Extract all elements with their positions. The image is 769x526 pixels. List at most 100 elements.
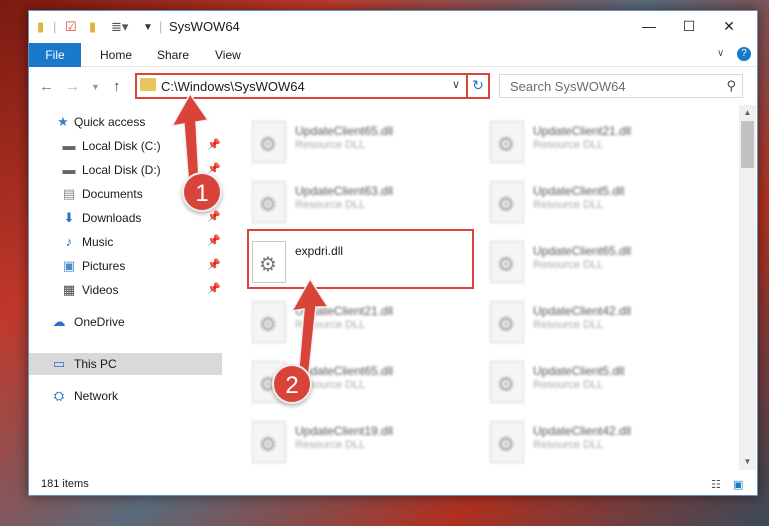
status-bar: 181 items ☷ ▣ bbox=[29, 473, 757, 495]
close-button[interactable]: ✕ bbox=[709, 15, 749, 39]
list-item[interactable]: ⚙ UpdateClient5.dll Resource DLL bbox=[485, 355, 705, 407]
sidebar-item-label: Local Disk (C:) bbox=[82, 139, 161, 153]
list-item[interactable]: ⚙ UpdateClient42.dll Resource DLL bbox=[485, 415, 705, 467]
file-name: UpdateClient65.dll bbox=[295, 124, 394, 138]
new-folder-icon[interactable]: ▮ bbox=[89, 19, 96, 35]
help-icon[interactable]: ? bbox=[737, 47, 751, 61]
file-type: Resource DLL bbox=[295, 139, 366, 151]
sidebar-item-this-pc[interactable]: ▭ This PC bbox=[29, 353, 222, 375]
separator: | bbox=[53, 19, 57, 34]
file-name: UpdateClient19.dll bbox=[295, 424, 394, 438]
scroll-thumb[interactable] bbox=[741, 121, 754, 168]
list-item[interactable]: ⚙ UpdateClient5.dll Resource DLL bbox=[485, 175, 705, 227]
refresh-icon: ↻ bbox=[472, 77, 484, 93]
sidebar-item-videos[interactable]: ▦ Videos 📌 bbox=[29, 279, 222, 301]
separator: | bbox=[159, 19, 163, 34]
sidebar-item-label: Quick access bbox=[74, 115, 146, 129]
tab-share[interactable]: Share bbox=[144, 43, 202, 67]
file-type: Resource DLL bbox=[533, 319, 604, 331]
step-1-badge: 1 bbox=[182, 172, 222, 212]
dll-file-icon: ⚙ bbox=[490, 361, 524, 403]
details-view-icon[interactable]: ☷ bbox=[711, 478, 721, 491]
sidebar-item-network[interactable]: ⛭ Network bbox=[29, 385, 222, 407]
pin-icon: 📌 bbox=[207, 211, 221, 223]
sidebar-item-label: Videos bbox=[82, 283, 119, 297]
sidebar-item-onedrive[interactable]: ☁ OneDrive bbox=[29, 311, 222, 333]
maximize-button[interactable]: ☐ bbox=[669, 15, 709, 39]
minimize-button[interactable]: — bbox=[629, 15, 669, 39]
list-item[interactable]: ⚙ UpdateClient19.dll Resource DLL bbox=[247, 415, 467, 467]
expand-ribbon-icon[interactable]: ∨ bbox=[717, 48, 724, 59]
back-arrow-icon[interactable]: ← bbox=[39, 78, 54, 95]
navigation-bar: ← → ▼ ↑ C:\Windows\SysWOW64 ∨ ↻ Search S… bbox=[29, 67, 757, 105]
sidebar-item-label: Pictures bbox=[82, 259, 126, 273]
sidebar-item-label: Local Disk (D:) bbox=[82, 163, 161, 177]
pin-icon: 📌 bbox=[207, 235, 221, 247]
sidebar-item-label: Network bbox=[74, 389, 119, 403]
file-name: UpdateClient5.dll bbox=[533, 364, 625, 378]
tab-home[interactable]: Home bbox=[87, 43, 145, 67]
pin-icon: 📌 bbox=[207, 283, 221, 295]
file-name: UpdateClient42.dll bbox=[533, 424, 632, 438]
file-name: UpdateClient5.dll bbox=[533, 184, 625, 198]
refresh-button[interactable]: ↻ bbox=[466, 73, 490, 99]
drive-icon: ▬ bbox=[62, 138, 76, 153]
documents-icon: ▤ bbox=[62, 186, 76, 201]
chevron-down-icon[interactable]: ∨ bbox=[452, 78, 460, 91]
sidebar-item-label: Downloads bbox=[82, 211, 142, 225]
dll-file-icon: ⚙ bbox=[490, 421, 524, 463]
file-type: Resource DLL bbox=[295, 439, 366, 451]
scroll-down-icon[interactable]: ▼ bbox=[739, 454, 756, 470]
dll-file-icon: ⚙ bbox=[490, 181, 524, 223]
dll-file-icon: ⚙ bbox=[252, 181, 286, 223]
file-type: Resource DLL bbox=[533, 139, 604, 151]
file-type: Resource DLL bbox=[533, 199, 604, 211]
dll-file-icon: ⚙ bbox=[490, 121, 524, 163]
up-arrow-icon[interactable]: ↑ bbox=[113, 78, 121, 95]
file-type: Resource DLL bbox=[533, 379, 604, 391]
list-item[interactable]: ⚙ UpdateClient65.dll Resource DLL bbox=[247, 115, 467, 167]
music-icon: ♪ bbox=[65, 234, 73, 249]
dll-file-icon: ⚙ bbox=[252, 421, 286, 463]
search-icon[interactable]: ⚲ bbox=[726, 78, 736, 94]
sidebar-item-music[interactable]: ♪ Music 📌 bbox=[29, 231, 222, 253]
file-name: UpdateClient63.dll bbox=[295, 184, 394, 198]
file-type: Resource DLL bbox=[295, 199, 366, 211]
folder-icon: ▮ bbox=[37, 19, 45, 34]
step-2-badge: 2 bbox=[272, 364, 312, 404]
recent-locations-icon[interactable]: ▼ bbox=[91, 82, 100, 92]
list-item[interactable]: ⚙ UpdateClient21.dll Resource DLL bbox=[485, 115, 705, 167]
properties-icon[interactable]: ☑ bbox=[65, 19, 77, 35]
file-type: Resource DLL bbox=[533, 439, 604, 451]
large-icons-view-icon[interactable]: ▣ bbox=[733, 478, 743, 491]
sidebar-item-label: OneDrive bbox=[74, 315, 125, 329]
tab-view[interactable]: View bbox=[202, 43, 254, 67]
forward-arrow-icon[interactable]: → bbox=[65, 78, 80, 95]
ribbon-tabs: File Home Share View ∨ ? bbox=[29, 43, 757, 67]
list-item[interactable]: ⚙ UpdateClient65.dll Resource DLL bbox=[485, 235, 705, 287]
scroll-up-icon[interactable]: ▲ bbox=[739, 105, 756, 121]
list-item[interactable]: ⚙ UpdateClient42.dll Resource DLL bbox=[485, 295, 705, 347]
sidebar-item-pictures[interactable]: ▣ Pictures 📌 bbox=[29, 255, 222, 277]
title-bar: ▮ | ☑ ▮ ≣▾ ▼ | SysWOW64 — ☐ ✕ bbox=[29, 11, 757, 43]
window-title: SysWOW64 bbox=[169, 19, 240, 34]
cloud-icon: ☁ bbox=[52, 314, 66, 329]
vertical-scrollbar[interactable]: ▲ ▼ bbox=[739, 105, 756, 470]
sidebar-item-label: Documents bbox=[82, 187, 143, 201]
dll-file-icon: ⚙ bbox=[490, 301, 524, 343]
qat-dropdown-icon[interactable]: ▼ bbox=[143, 22, 153, 33]
network-icon: ⛭ bbox=[53, 388, 65, 403]
videos-icon: ▦ bbox=[62, 282, 76, 297]
search-box[interactable]: Search SysWOW64 ⚲ bbox=[499, 74, 743, 98]
list-item[interactable]: ⚙ UpdateClient63.dll Resource DLL bbox=[247, 175, 467, 227]
file-name: UpdateClient21.dll bbox=[533, 124, 632, 138]
customize-toolbar-icon[interactable]: ≣▾ bbox=[111, 19, 128, 35]
computer-icon: ▭ bbox=[52, 356, 66, 371]
folder-icon bbox=[140, 78, 156, 91]
file-type: Resource DLL bbox=[533, 259, 604, 271]
file-name: UpdateClient65.dll bbox=[533, 244, 632, 258]
dll-file-icon: ⚙ bbox=[490, 241, 524, 283]
download-icon: ⬇ bbox=[63, 210, 75, 225]
tab-file[interactable]: File bbox=[29, 43, 81, 67]
star-icon: ★ bbox=[57, 114, 69, 129]
